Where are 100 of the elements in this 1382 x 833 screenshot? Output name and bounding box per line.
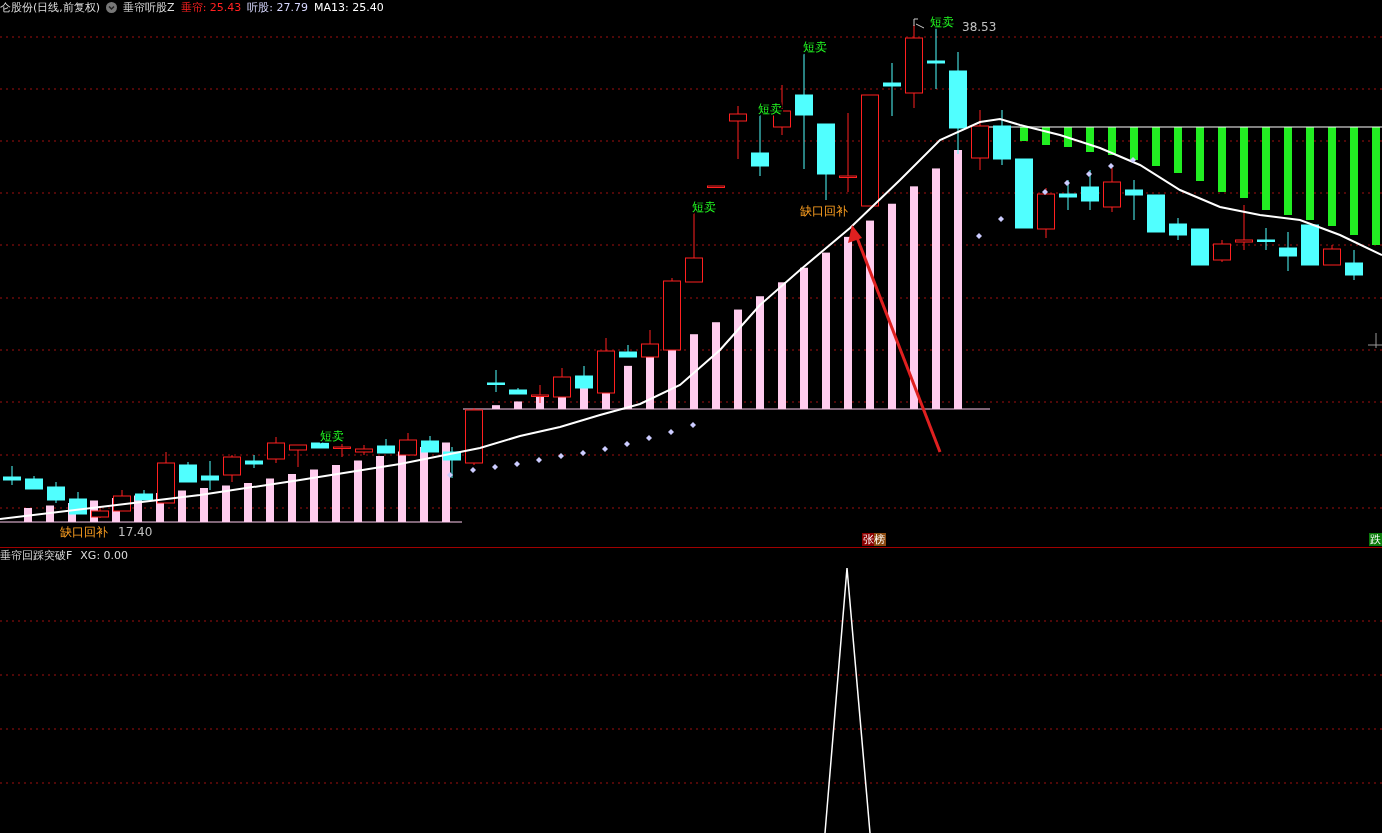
candlestick: [443, 446, 461, 479]
candlestick: [1235, 204, 1253, 251]
dropdown-icon[interactable]: [106, 1, 118, 13]
histogram-bar: [398, 451, 406, 522]
histogram-bar: [200, 488, 208, 522]
histogram-bar: [288, 474, 296, 522]
indicator-value: 垂帘: 25.43: [180, 0, 242, 15]
candlestick: [289, 444, 307, 468]
histogram-bar: [376, 456, 384, 522]
candlestick: [47, 481, 65, 504]
candlestick: [223, 454, 241, 483]
candlestick: [1147, 194, 1165, 233]
histogram-bar: [222, 485, 230, 522]
histogram-bar: [244, 483, 252, 522]
histogram-bar: [536, 396, 544, 409]
candlestick: [1103, 167, 1121, 213]
candlestick: [3, 465, 21, 486]
histogram-bar: [1020, 127, 1028, 141]
candlestick: [245, 454, 263, 469]
candlestick: [575, 365, 593, 389]
histogram-bar: [624, 365, 632, 409]
candlestick: [1015, 158, 1033, 229]
histogram-bar: [1042, 127, 1050, 145]
signal-label: 缺口回补: [60, 525, 108, 539]
signal-label: 短卖: [803, 40, 827, 54]
histogram-bar: [1086, 127, 1094, 152]
candlestick: [377, 438, 395, 454]
candlestick: [333, 443, 351, 458]
candlestick: [1037, 187, 1055, 239]
candlestick: [1345, 249, 1363, 281]
histogram-bar: [1240, 127, 1248, 198]
candlestick: [465, 407, 483, 466]
candlestick: [1169, 217, 1187, 241]
indicator-value: MA13: 25.40: [314, 0, 384, 14]
candlestick: [597, 337, 615, 394]
histogram-bar: [492, 405, 500, 409]
histogram-bar: [46, 505, 54, 522]
candlestick: [993, 109, 1011, 166]
candlestick: [531, 384, 549, 404]
candlestick: [69, 491, 87, 515]
histogram-bar: [514, 401, 522, 409]
histogram-bar: [1108, 127, 1116, 155]
candlestick: [1059, 179, 1077, 211]
candlestick: [971, 109, 989, 171]
histogram-bar: [310, 469, 318, 522]
indicator-value: XG: 0.00: [80, 549, 129, 562]
histogram-bar: [24, 508, 32, 522]
candlestick: [707, 185, 725, 188]
candlestick: [509, 387, 527, 395]
candlestick: [1367, 332, 1382, 349]
signal-label: 38.53: [962, 20, 997, 34]
candlestick: [135, 489, 153, 501]
signal-label: 短卖: [758, 102, 782, 116]
candlestick: [1323, 244, 1341, 266]
candlestick: [883, 62, 901, 117]
indicator-name: 垂帘听股Z: [123, 0, 175, 15]
signal-label: 短卖: [692, 200, 716, 214]
histogram-bar: [1196, 127, 1204, 181]
candlestick: [267, 436, 285, 464]
histogram-bar: [1152, 127, 1160, 166]
histogram-bar: [1174, 127, 1182, 173]
candlestick: [179, 461, 197, 483]
candlestick: [1191, 228, 1209, 266]
candlestick: [487, 369, 505, 393]
histogram-bar: [354, 460, 362, 522]
candlestick: [1279, 231, 1297, 272]
candlestick: [157, 451, 175, 504]
candlestick: [619, 344, 637, 358]
candlestick: [201, 460, 219, 491]
candlestick: [641, 329, 659, 358]
candlestick: [421, 435, 439, 453]
candlestick: [1081, 169, 1099, 211]
stock-title: 仑股份(日线,前复权): [0, 0, 101, 15]
pointer-icon: [913, 18, 925, 29]
histogram-bar: [1130, 127, 1138, 160]
indicator-value: 听股: 27.79: [247, 0, 309, 15]
candlestick: [1125, 179, 1143, 221]
signal-label: 17.40: [118, 525, 153, 539]
signal-label: 短卖: [930, 15, 954, 29]
histogram-bar: [1218, 127, 1226, 192]
histogram-bar: [178, 490, 186, 522]
histogram-bar: [266, 478, 274, 522]
candlestick: [311, 442, 329, 449]
status-badge: 张榜: [862, 533, 886, 546]
candlestick: [553, 367, 571, 398]
candlestick: [25, 475, 43, 490]
candlestick: [91, 507, 109, 519]
candlestick: [355, 444, 373, 456]
signal-label: 缺口回补: [800, 204, 848, 218]
candlestick: [399, 432, 417, 456]
signal-label: 短卖: [320, 429, 344, 443]
candlestick: [1301, 224, 1319, 266]
candlestick: [1257, 227, 1275, 251]
status-badge: 跌: [1369, 533, 1382, 546]
histogram-bar: [1064, 127, 1072, 147]
indicator-name: 垂帘回踩突破F: [0, 548, 73, 563]
histogram-bar: [646, 356, 654, 409]
candlestick: [1213, 239, 1231, 263]
candlestick: [729, 105, 747, 160]
histogram-bar: [332, 465, 340, 522]
